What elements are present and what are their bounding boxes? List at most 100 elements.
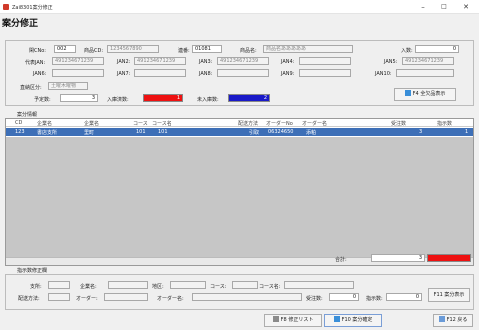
f10-button-label: F10 案分確定 (341, 317, 373, 323)
nyuka-zumi-label: 入庫済数: (107, 97, 129, 103)
cell-cd: 123 (15, 129, 25, 135)
cell-course-mei: 101 (158, 129, 168, 135)
kigyo-label: 企業名: (80, 284, 97, 290)
juchu-label: 受注数: (306, 296, 323, 302)
daihyo-jan-label: 代表JAN: (25, 60, 46, 66)
shiji-field[interactable]: 0 (386, 293, 422, 301)
irisu-label: 入数: (401, 48, 413, 54)
f10-anbun-kakutei-button[interactable]: F10 案分確定 (324, 314, 382, 327)
jan9-label: JAN9: (281, 71, 295, 77)
cell-course: 101 (136, 129, 146, 135)
arrow-icon (404, 90, 411, 96)
allocation-grid: CD 企業名 企業名 コース コース名 配送方法 オーダーNo オーダー名 受注… (5, 118, 474, 266)
chiku-field[interactable] (170, 281, 206, 289)
jan5-field[interactable]: 491234671239 (402, 57, 454, 65)
grid-header-kigyo[interactable]: 企業名 (37, 120, 52, 127)
f12-back-button[interactable]: F12 戻る (433, 314, 473, 327)
edit-section-label: 指示数修正欄 (17, 268, 48, 274)
total-field[interactable]: 3 (371, 254, 425, 262)
grid-header-course[interactable]: コース (133, 120, 148, 127)
grid-header-course-mei[interactable]: コース名 (152, 120, 172, 127)
irisu-field[interactable]: 0 (415, 45, 459, 53)
cell-kigyo: 書店支所 (37, 130, 58, 136)
cell-order-mei: 添粕 (306, 130, 317, 136)
jan4-label: JAN4: (281, 59, 295, 65)
minyuka-label: 未入庫数: (197, 97, 219, 103)
shiji-label: 指示数: (366, 296, 383, 302)
yotei-field[interactable]: 3 (60, 94, 98, 102)
jan9-field[interactable] (299, 69, 351, 77)
course-field[interactable] (232, 281, 258, 289)
shohin-mei-field[interactable]: 商品名あああああ (263, 45, 353, 53)
juchu-field[interactable]: 0 (329, 293, 359, 301)
daihyo-jan-field[interactable]: 491234671239 (52, 57, 104, 65)
shiten-field[interactable] (48, 281, 70, 289)
total-indicator (427, 254, 471, 262)
yotei-label: 予定数: (34, 97, 51, 103)
shohin-mei-label: 商品名: (240, 48, 257, 54)
jan3-field[interactable]: 491234671239 (217, 57, 269, 65)
arrow-icon (333, 316, 340, 322)
grid-header-kigyo2[interactable]: 企業名 (84, 120, 99, 127)
densho-field[interactable]: 01081 (192, 45, 222, 53)
grid-header-order-no[interactable]: オーダーNo (266, 120, 293, 127)
jan8-label: JAN8: (199, 71, 213, 77)
list-icon (272, 316, 279, 322)
minyuka-field[interactable]: 2 (228, 94, 270, 102)
course-mei-field[interactable] (284, 281, 354, 289)
grid-header: CD 企業名 企業名 コース コース名 配送方法 オーダーNo オーダー名 受注… (6, 119, 473, 127)
jan6-field[interactable] (52, 69, 104, 77)
grid-header-haiso[interactable]: 配送方法 (238, 120, 258, 127)
jan3-label: JAN3: (199, 59, 213, 65)
shiten-label: 支所: (30, 284, 42, 290)
jan10-field[interactable] (396, 69, 454, 77)
grid-header-shiji[interactable]: 指示数 (437, 120, 452, 127)
order-mei-field[interactable] (192, 293, 302, 301)
haiso-label: 配送方法: (18, 296, 40, 302)
window-title: Zai8301案分修正 (12, 5, 53, 11)
page-title: 案分修正 (2, 19, 39, 29)
zen-kepin-button[interactable]: F4 全欠品表示 (394, 88, 456, 101)
f8-shusei-list-button[interactable]: F8 修正リスト (264, 314, 322, 327)
jan4-field[interactable] (299, 57, 351, 65)
cell-shiji: 1 (465, 129, 469, 135)
grid-header-juchu[interactable]: 受注数 (391, 120, 406, 127)
jan10-label: JAN10: (375, 71, 392, 77)
close-button[interactable]: ✕ (458, 1, 474, 13)
kigyo-field[interactable] (108, 281, 148, 289)
minimize-button[interactable]: – (415, 1, 431, 13)
order-field[interactable] (104, 293, 148, 301)
nyuka-zumi-field[interactable]: 1 (143, 94, 183, 102)
order-label: オーダー: (76, 296, 98, 302)
grid-header-cd[interactable]: CD (15, 120, 22, 126)
kanno-field[interactable]: 002 (54, 45, 76, 53)
back-icon (438, 316, 445, 322)
f11-anbun-button[interactable]: F11 案分表示 (428, 288, 470, 302)
densho-label: 連番: (178, 48, 190, 54)
f12-button-label: F12 戻る (446, 317, 468, 323)
table-row[interactable]: 123 書店支所 里町 101 101 引取 06324650 添粕 3 1 (6, 128, 473, 136)
grid-section-label: 案分情報 (17, 112, 38, 118)
jan2-field[interactable]: 491234671239 (134, 57, 186, 65)
cell-juchu: 3 (419, 129, 423, 135)
shohin-kubun-label: 直納区分: (20, 85, 42, 91)
cell-kigyo2: 里町 (84, 130, 95, 136)
chiku-label: 地区: (152, 284, 164, 290)
total-label: 合計: (335, 257, 347, 263)
shohin-cd-label: 商品CD: (84, 48, 104, 54)
zen-kepin-button-label: F4 全欠品表示 (412, 91, 446, 97)
jan8-field[interactable] (217, 69, 269, 77)
order-mei-label: オーダー名: (157, 296, 184, 302)
jan7-field[interactable] (134, 69, 186, 77)
jan2-label: JAN2: (117, 59, 131, 65)
shohin-cd-field[interactable]: 1234567890 (107, 45, 159, 53)
haiso-field[interactable] (48, 293, 70, 301)
maximize-button[interactable]: □ (436, 1, 452, 13)
f8-button-label: F8 修正リスト (280, 317, 314, 323)
shohin-kubun-field[interactable]: 土曜木曜物 (48, 82, 88, 90)
cell-haiso: 引取 (249, 130, 260, 136)
title-bar: Zai8301案分修正 – □ ✕ (0, 0, 479, 14)
jan6-label: JAN6: (33, 71, 47, 77)
grid-empty-area (6, 137, 473, 257)
grid-header-order-mei[interactable]: オーダー名 (302, 120, 327, 127)
